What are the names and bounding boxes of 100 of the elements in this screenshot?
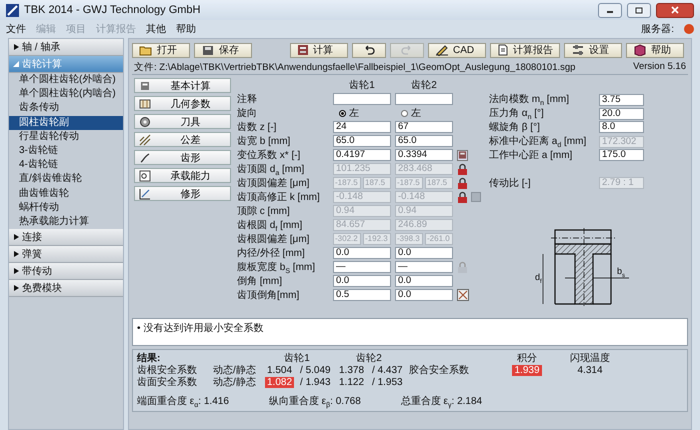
overlap-ratio: 纵向重合度 ε$_{β}$: 0.768: [268, 394, 361, 409]
sidebar-group[interactable]: 带传动: [9, 263, 123, 280]
input-field[interactable]: 0.4197: [333, 149, 391, 161]
result-label: 齿根安全系数: [137, 364, 198, 376]
sidebar-group[interactable]: 免费模块: [9, 280, 123, 298]
lock-icon[interactable]: [457, 191, 468, 203]
input-field[interactable]: 0.0: [333, 247, 391, 259]
input-field[interactable]: 0.0: [333, 275, 391, 287]
close-icon: [671, 6, 679, 14]
field-label: 压力角 α$_{n}$ [°]: [489, 106, 545, 121]
lock-icon[interactable]: [457, 177, 468, 189]
result-mode: 动态/静态: [213, 364, 257, 376]
result-value: 4.314: [576, 364, 604, 376]
input-field[interactable]: 175.0: [599, 149, 644, 161]
field-label: 标准中心距离 a$_{d}$ [mm]: [489, 134, 588, 149]
sidebar-item[interactable]: 圆柱齿轮副: [9, 116, 123, 130]
radio-button[interactable]: 左: [395, 106, 453, 120]
result-value: / 5.049: [299, 364, 332, 376]
calculator-button[interactable]: [457, 150, 468, 160]
section-button[interactable]: 修形: [134, 186, 231, 201]
sidebar-item[interactable]: 行星齿轮传动: [9, 130, 123, 144]
field-label: 螺旋角 β [°]: [489, 120, 541, 134]
section-button[interactable]: 公差: [134, 132, 231, 147]
sidebar-item[interactable]: 3-齿轮链: [9, 144, 123, 158]
field-label: 旋向: [237, 106, 258, 120]
input-field[interactable]: 0.0: [395, 275, 453, 287]
input-field[interactable]: [395, 93, 453, 105]
lock-icon[interactable]: [457, 163, 468, 175]
input-field[interactable]: —: [395, 261, 453, 273]
field-label: 倒角 [mm]: [237, 275, 283, 288]
chamfer-icon[interactable]: [457, 289, 469, 301]
field-label: 齿根圆偏差 [μm]: [237, 232, 310, 246]
sidebar-item[interactable]: 单个圆柱齿轮(外啮合): [9, 73, 123, 88]
menu-item[interactable]: 帮助: [176, 22, 196, 36]
sidebar-item[interactable]: 蜗杆传动: [9, 200, 123, 216]
menu-item[interactable]: 文件: [6, 22, 26, 36]
toolbar-button[interactable]: 设置: [564, 42, 622, 58]
toolbar-button[interactable]: 计算报告: [490, 42, 560, 58]
sidebar-item[interactable]: 4-齿轮链: [9, 158, 123, 172]
toolbar-button[interactable]: 保存: [194, 42, 252, 58]
sidebar-item[interactable]: 曲齿锥齿轮: [9, 186, 123, 201]
field-label: 腹板宽度 b$_{S}$ [mm]: [237, 260, 316, 274]
field-label: 齿顶圆 d$_{a}$ [mm]: [237, 162, 306, 176]
book-icon: [633, 44, 647, 56]
file-path: 文件: Z:\Ablage\TBK\VertriebTBK\Anwendungsfaelle\Fallbeispiel_1\GeomOpt_Auslegung_18080101.sgp: [134, 61, 576, 74]
sidebar-item[interactable]: 单个圆柱齿轮(内啮合): [9, 87, 123, 102]
sidebar-item[interactable]: 齿条传动: [9, 101, 123, 116]
result-value: / 1.943: [299, 376, 332, 388]
overlap-ratio: 总重合度 ε$_{γ}$: 2.184: [400, 394, 482, 409]
field-label: 变位系数 x* [-]: [237, 148, 302, 162]
expand-icon: [13, 44, 19, 50]
input-field[interactable]: 3.75: [599, 94, 644, 106]
input-field[interactable]: 0.3394: [395, 149, 453, 161]
maximize-button[interactable]: [627, 2, 651, 18]
input-field[interactable]: [333, 93, 391, 105]
field-label: 工作中心距 a [mm]: [489, 148, 574, 162]
message-text: • 没有达到许用最小安全系数: [137, 322, 264, 335]
result-value: 1.378: [338, 364, 366, 376]
section-button[interactable]: 齿形: [134, 150, 231, 165]
sidebar-group[interactable]: 弹簧: [9, 246, 123, 264]
collapse-icon: [13, 61, 19, 67]
field-label: 内径/外径 [mm]: [237, 246, 306, 260]
sidebar-group[interactable]: 连接: [9, 229, 123, 246]
input-field[interactable]: 8.0: [599, 121, 644, 133]
minimize-button[interactable]: [598, 2, 622, 18]
window-title: TBK 2014 - GWJ Technology GmbH: [24, 4, 202, 16]
toolbar-button[interactable]: 打开: [132, 42, 190, 58]
input-field[interactable]: 0.0: [395, 289, 453, 301]
toolbar-button[interactable]: CAD: [428, 42, 486, 58]
toolbar-button[interactable]: 帮助: [626, 42, 684, 58]
result-value: / 4.437: [371, 364, 404, 376]
input-field[interactable]: 20.0: [599, 108, 644, 120]
input-field[interactable]: 67: [395, 121, 453, 133]
section-button[interactable]: 基本计算: [134, 78, 231, 93]
toolbar-button[interactable]: 计算: [290, 42, 348, 58]
sidebar-group[interactable]: 轴 / 轴承: [9, 39, 123, 56]
result-mode: 动态/静态: [213, 376, 257, 389]
input-field[interactable]: —: [333, 261, 391, 273]
sidebar-item[interactable]: 直/斜齿锥齿轮: [9, 172, 123, 187]
toolbar-button[interactable]: [352, 42, 386, 58]
section-button[interactable]: 刀具: [134, 114, 231, 129]
version-label: Version 5.16: [633, 61, 686, 74]
input-field[interactable]: 0.5: [333, 289, 391, 301]
sidebar-item[interactable]: 热承载能力计算: [9, 215, 123, 230]
section-button[interactable]: 几何参数: [134, 96, 231, 111]
section-button[interactable]: 承载能力: [134, 168, 231, 183]
close-button[interactable]: [656, 2, 694, 18]
dimension-label: d$_{f}$: [535, 272, 542, 285]
frame-icon: [138, 96, 152, 110]
radio-button[interactable]: 左: [333, 106, 391, 120]
column-header: 闪现温度: [569, 352, 611, 365]
input-field[interactable]: 24: [333, 121, 391, 133]
input-field[interactable]: 0.0: [395, 247, 453, 259]
expand-icon: [13, 268, 19, 274]
input-field[interactable]: 65.0: [395, 135, 453, 147]
folder-icon: [139, 44, 153, 56]
menu-item[interactable]: 其他: [146, 22, 166, 36]
input-field[interactable]: 65.0: [333, 135, 391, 147]
field-label: 齿顶倒角[mm]: [237, 288, 300, 302]
app-logo-icon: [6, 4, 19, 16]
